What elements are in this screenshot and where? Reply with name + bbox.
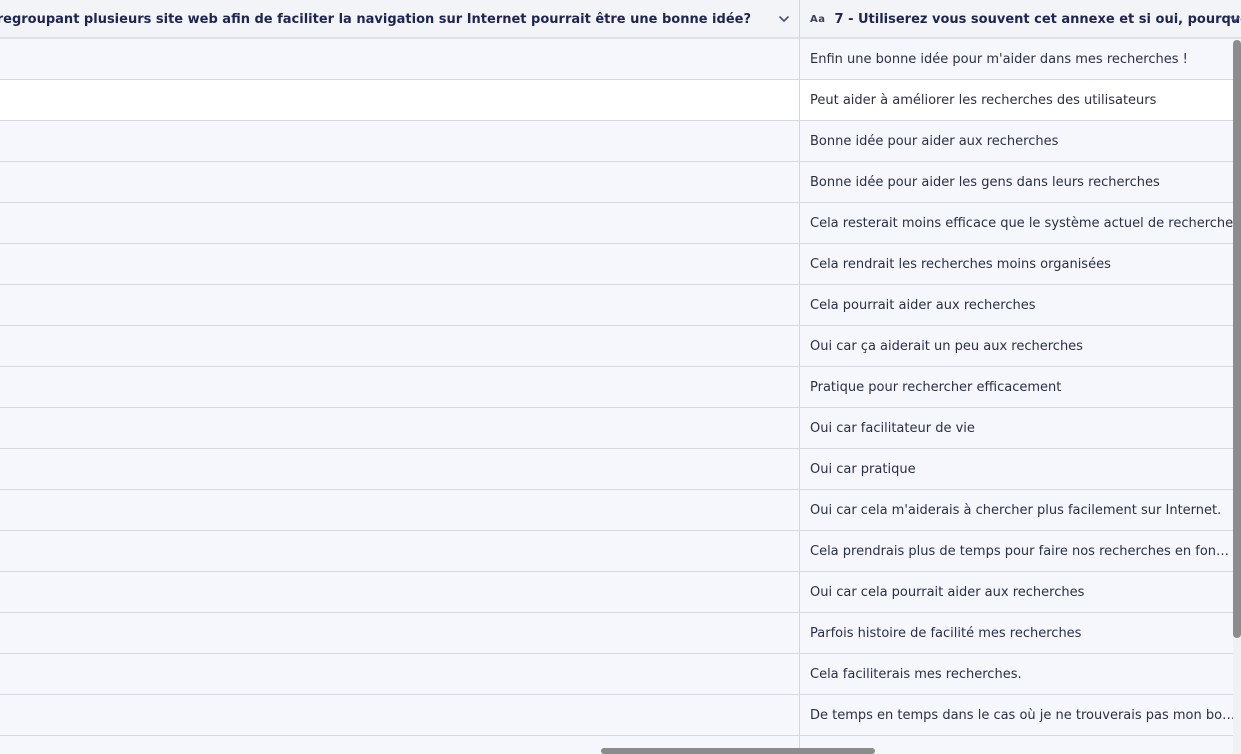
cell-question-6[interactable] [0, 121, 800, 161]
table-row[interactable]: Cela rendrait les recherches moins organ… [0, 244, 1241, 285]
cell-text: Enfin une bonne idée pour m'aider dans m… [810, 51, 1188, 67]
cell-text: Cela faciliterais mes recherches. [810, 666, 1022, 682]
table-row[interactable]: Cela resterait moins efficace que le sys… [0, 203, 1241, 244]
cell-question-7[interactable]: Enfin une bonne idée pour m'aider dans m… [800, 39, 1236, 79]
table-row[interactable]: Cela prendrais plus de temps pour faire … [0, 531, 1241, 572]
cell-question-6[interactable] [0, 285, 800, 325]
column-header-question-7[interactable]: Aa 7 - Utiliserez vous souvent cet annex… [800, 0, 1241, 39]
cell-question-7[interactable]: Oui car cela m'aiderais à chercher plus … [800, 490, 1236, 530]
cell-question-7[interactable]: Cela pourrait aider aux recherches [800, 285, 1236, 325]
cell-question-6[interactable] [0, 531, 800, 571]
cell-text: Pratique pour rechercher efficacement [810, 379, 1062, 395]
cell-question-7[interactable]: Parfois histoire de facilité mes recherc… [800, 613, 1236, 653]
table-row[interactable]: Peut aider à améliorer les recherches de… [0, 80, 1241, 121]
grid-header: Pensez-vous qu'un annexe regroupant plus… [0, 0, 1241, 39]
cell-question-7[interactable]: Oui car cela pourrait aider aux recherch… [800, 572, 1236, 612]
cell-question-6[interactable] [0, 162, 800, 202]
cell-question-6[interactable] [0, 408, 800, 448]
column-header-label: Pensez-vous qu'un annexe regroupant plus… [0, 12, 751, 27]
cell-question-6[interactable] [0, 695, 800, 735]
cell-question-6[interactable] [0, 449, 800, 489]
cell-question-7[interactable]: Bonne idée pour aider aux recherches [800, 121, 1236, 161]
cell-text: Parfois histoire de facilité mes recherc… [810, 625, 1082, 641]
cell-question-6[interactable] [0, 203, 800, 243]
cell-text: Cela rendrait les recherches moins organ… [810, 256, 1111, 272]
chevron-down-icon[interactable] [1229, 14, 1241, 24]
cell-text: Cela pourrait aider aux recherches [810, 297, 1036, 313]
cell-question-7[interactable]: Oui car ça aiderait un peu aux recherche… [800, 326, 1236, 366]
cell-text: Peut aider à améliorer les recherches de… [810, 92, 1157, 108]
table-row[interactable]: Cela pourrait aider aux recherches [0, 285, 1241, 326]
cell-question-6[interactable] [0, 244, 800, 284]
cell-text: Bonne idée pour aider les gens dans leur… [810, 174, 1160, 190]
table-row[interactable]: Oui car facilitateur de vie [0, 408, 1241, 449]
cell-question-7[interactable]: De temps en temps dans le cas où je ne t… [800, 695, 1236, 735]
cell-question-6[interactable] [0, 39, 800, 79]
cell-question-6[interactable] [0, 654, 800, 694]
cell-question-6[interactable] [0, 572, 800, 612]
text-type-icon: Aa [810, 14, 826, 25]
cell-text: Bonne idée pour aider aux recherches [810, 133, 1059, 149]
cell-question-7[interactable]: Bonne idée pour aider les gens dans leur… [800, 162, 1236, 202]
cell-text: Oui car facilitateur de vie [810, 420, 975, 436]
cell-question-6[interactable] [0, 80, 800, 120]
table-row[interactable]: Cela faciliterais mes recherches. [0, 654, 1241, 695]
horizontal-scrollbar-thumb[interactable] [601, 748, 875, 754]
cell-question-7[interactable]: Peut aider à améliorer les recherches de… [800, 80, 1236, 120]
cell-question-7[interactable]: Cela prendrais plus de temps pour faire … [800, 531, 1236, 571]
data-grid: Pensez-vous qu'un annexe regroupant plus… [0, 0, 1241, 754]
cell-question-6[interactable] [0, 613, 800, 653]
grid-body: Enfin une bonne idée pour m'aider dans m… [0, 39, 1241, 754]
cell-question-7[interactable]: Cela faciliterais mes recherches. [800, 654, 1236, 694]
column-header-question-6[interactable]: Pensez-vous qu'un annexe regroupant plus… [0, 0, 800, 39]
table-row[interactable]: Oui car cela m'aiderais à chercher plus … [0, 490, 1241, 531]
table-row[interactable]: Bonne idée pour aider les gens dans leur… [0, 162, 1241, 203]
column-header-label: 7 - Utiliserez vous souvent cet annexe e… [834, 12, 1241, 27]
table-row[interactable]: Enfin une bonne idée pour m'aider dans m… [0, 39, 1241, 80]
vertical-scrollbar-thumb[interactable] [1233, 40, 1241, 638]
cell-question-7[interactable]: Oui car pratique [800, 449, 1236, 489]
cell-question-7[interactable]: Cela rendrait les recherches moins organ… [800, 244, 1236, 284]
table-row[interactable]: De temps en temps dans le cas où je ne t… [0, 695, 1241, 736]
cell-text: Oui car cela m'aiderais à chercher plus … [810, 502, 1222, 518]
cell-text: De temps en temps dans le cas où je ne t… [810, 707, 1236, 723]
cell-question-7[interactable]: Cela resterait moins efficace que le sys… [800, 203, 1236, 243]
cell-question-6[interactable] [0, 326, 800, 366]
table-row[interactable]: Bonne idée pour aider aux recherches [0, 121, 1241, 162]
table-row[interactable]: Oui car cela pourrait aider aux recherch… [0, 572, 1241, 613]
cell-question-6[interactable] [0, 367, 800, 407]
chevron-down-icon[interactable] [778, 14, 790, 24]
cell-question-7[interactable]: Pratique pour rechercher efficacement [800, 367, 1236, 407]
cell-question-7[interactable]: Oui car facilitateur de vie [800, 408, 1236, 448]
table-row[interactable]: Parfois histoire de facilité mes recherc… [0, 613, 1241, 654]
cell-text: Oui car ça aiderait un peu aux recherche… [810, 338, 1083, 354]
cell-text: Oui car pratique [810, 461, 916, 477]
table-row[interactable]: Oui car pratique [0, 449, 1241, 490]
table-row[interactable]: Oui car ça aiderait un peu aux recherche… [0, 326, 1241, 367]
cell-question-6[interactable] [0, 490, 800, 530]
table-row[interactable]: Pratique pour rechercher efficacement [0, 367, 1241, 408]
cell-text: Cela resterait moins efficace que le sys… [810, 215, 1234, 231]
cell-text: Cela prendrais plus de temps pour faire … [810, 543, 1236, 559]
cell-text: Oui car cela pourrait aider aux recherch… [810, 584, 1085, 600]
